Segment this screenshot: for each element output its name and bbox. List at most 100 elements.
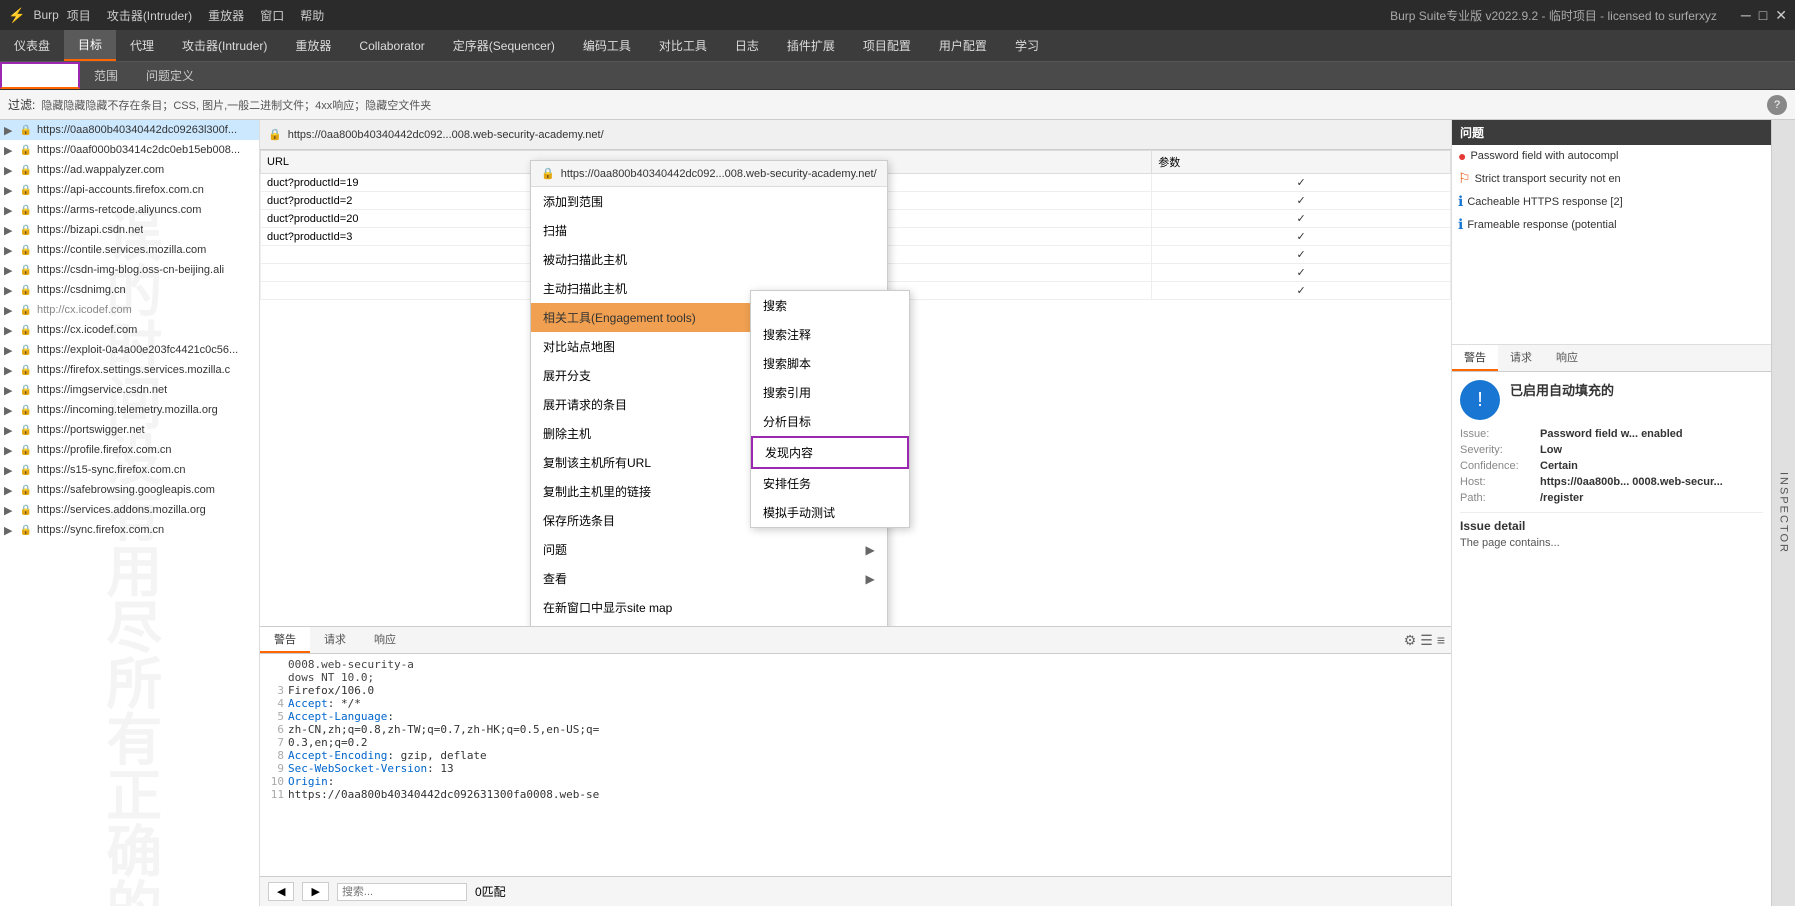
close-button[interactable]: ✕ <box>1775 7 1787 24</box>
sub-schedule-task[interactable]: 安排任务 <box>751 469 909 498</box>
tree-item[interactable]: ▶ 🔒 https://portswigger.net <box>0 420 259 440</box>
tree-arrow: ▶ <box>4 484 18 497</box>
tree-item[interactable]: ▶ 🔒 https://services.addons.mozilla.org <box>0 500 259 520</box>
lock-icon: 🔒 <box>18 182 34 198</box>
tree-url: https://arms-retcode.aliyuncs.com <box>37 204 201 216</box>
ctx-new-window[interactable]: 在新窗口中显示site map <box>531 593 887 622</box>
nav-intruder[interactable]: 攻击器(Intruder) <box>168 30 281 61</box>
sub-sitemap[interactable]: 网站地图 <box>0 62 80 89</box>
search-input[interactable] <box>342 886 462 898</box>
issue-tab-request[interactable]: 请求 <box>1498 345 1544 371</box>
sub-scope[interactable]: 范围 <box>80 62 132 89</box>
tree-item[interactable]: ▶ 🔒 https://bizapi.csdn.net <box>0 220 259 240</box>
sub-analyze-target[interactable]: 分析目标 <box>751 407 909 436</box>
nav-target[interactable]: 目标 <box>64 30 116 61</box>
lock-icon: 🔒 <box>18 422 34 438</box>
tree-item[interactable]: ▶ 🔒 https://exploit-0a4a00e203fc4421c0c5… <box>0 340 259 360</box>
ctx-site-map-docs[interactable]: site maps文档 <box>531 622 887 626</box>
sub-search[interactable]: 搜索 <box>751 291 909 320</box>
tree-item[interactable]: ▶ 🔒 https://ad.wappalyzer.com <box>0 160 259 180</box>
issue-item[interactable]: ℹ Cacheable HTTPS response [2] <box>1452 190 1771 213</box>
tree-item[interactable]: ▶ 🔒 http://cx.icodef.com <box>0 300 259 320</box>
tree-item[interactable]: ▶ 🔒 https://imgservice.csdn.net <box>0 380 259 400</box>
ctx-add-scope[interactable]: 添加到范围 <box>531 187 887 216</box>
line-number: 8 <box>264 749 284 762</box>
menu-project[interactable]: 项目 <box>67 7 91 24</box>
menu-repeater[interactable]: 重放器 <box>208 7 244 24</box>
issue-blue-icon: ℹ <box>1458 193 1463 210</box>
tree-item[interactable]: ▶ 🔒 https://csdnimg.cn <box>0 280 259 300</box>
issue-item[interactable]: ℹ Frameable response (potential <box>1452 213 1771 236</box>
tree-item[interactable]: ▶ 🔒 https://contile.services.mozilla.com <box>0 240 259 260</box>
menu-help[interactable]: 帮助 <box>300 7 324 24</box>
nav-collaborator[interactable]: Collaborator <box>345 30 438 61</box>
menu-window[interactable]: 窗口 <box>260 7 284 24</box>
settings-icon[interactable]: ⚙ <box>1404 632 1417 649</box>
sub-simulate-manual[interactable]: 模拟手动测试 <box>751 498 909 527</box>
tab-advisory[interactable]: 警告 <box>260 627 310 653</box>
ctx-scan[interactable]: 扫描 <box>531 216 887 245</box>
tab-response[interactable]: 响应 <box>360 627 410 653</box>
issue-detail-row: Issue: Password field w... enabled <box>1460 428 1763 440</box>
tree-url: https://ad.wappalyzer.com <box>37 164 164 176</box>
window-title: Burp Suite专业版 v2022.9.2 - 临时项目 - license… <box>1390 7 1717 24</box>
sub-search-scripts[interactable]: 搜索脚本 <box>751 349 909 378</box>
tree-url: https://firefox.settings.services.mozill… <box>37 364 230 376</box>
nav-decoder[interactable]: 编码工具 <box>569 30 645 61</box>
nav-extensions[interactable]: 插件扩展 <box>773 30 849 61</box>
site-tree[interactable]: ▶ 🔒 https://0aa800b40340442dc09263l300f.… <box>0 120 259 906</box>
search-box[interactable] <box>337 883 467 901</box>
tree-item[interactable]: ▶ 🔒 https://s15-sync.firefox.com.cn <box>0 460 259 480</box>
tree-item[interactable]: ▶ 🔒 https://csdn-img-blog.oss-cn-beijing… <box>0 260 259 280</box>
help-button[interactable]: ? <box>1767 95 1787 115</box>
ctx-issues[interactable]: 问题 ▶ <box>531 535 887 564</box>
ctx-view[interactable]: 查看 ▶ <box>531 564 887 593</box>
sub-issue-definitions[interactable]: 问题定义 <box>132 62 208 89</box>
sub-discover-content[interactable]: 发现内容 <box>751 436 909 469</box>
issue-tab-advisory[interactable]: 警告 <box>1452 345 1498 371</box>
nav-sequencer[interactable]: 定序器(Sequencer) <box>439 30 569 61</box>
tree-item[interactable]: ▶ 🔒 https://api-accounts.firefox.com.cn <box>0 180 259 200</box>
tree-item[interactable]: ▶ 🔒 https://safebrowsing.googleapis.com <box>0 480 259 500</box>
tree-item[interactable]: ▶ 🔒 https://0aa800b40340442dc09263l300f.… <box>0 120 259 140</box>
issue-item[interactable]: ⚐ Strict transport security not en <box>1452 167 1771 190</box>
tree-item[interactable]: ▶ 🔒 https://arms-retcode.aliyuncs.com <box>0 200 259 220</box>
nav-repeater[interactable]: 重放器 <box>281 30 345 61</box>
lock-icon: 🔒 <box>18 282 34 298</box>
menu-intruder[interactable]: 攻击器(Intruder) <box>107 7 192 24</box>
tree-item[interactable]: ▶ 🔒 https://sync.firefox.com.cn <box>0 520 259 540</box>
tree-item[interactable]: ▶ 🔒 https://cx.icodef.com <box>0 320 259 340</box>
minimize-button[interactable]: ─ <box>1741 7 1751 24</box>
nav-proxy[interactable]: 代理 <box>116 30 168 61</box>
inspector-panel[interactable]: INSPECTOR <box>1771 120 1795 906</box>
issue-text: Cacheable HTTPS response [2] <box>1467 196 1622 208</box>
format-icon[interactable]: ≡ <box>1437 632 1445 648</box>
sub-search-references[interactable]: 搜索引用 <box>751 378 909 407</box>
title-bar: ⚡ Burp 项目 攻击器(Intruder) 重放器 窗口 帮助 Burp S… <box>0 0 1795 30</box>
nav-user-options[interactable]: 用户配置 <box>925 30 1001 61</box>
maximize-button[interactable]: □ <box>1759 7 1767 24</box>
tree-item[interactable]: ▶ 🔒 https://firefox.settings.services.mo… <box>0 360 259 380</box>
nav-logger[interactable]: 日志 <box>721 30 773 61</box>
sub-search-comments[interactable]: 搜索注释 <box>751 320 909 349</box>
severity-value: Low <box>1540 444 1562 456</box>
list-icon[interactable]: ☰ <box>1420 632 1433 649</box>
issue-tab-response[interactable]: 响应 <box>1544 345 1590 371</box>
severity-label: Severity: <box>1460 444 1540 456</box>
nav-dashboard[interactable]: 仪表盘 <box>0 30 64 61</box>
site-tree-panel: 错误的时间没有用尽所有正确的你 ▶ 🔒 https://0aa800b40340… <box>0 120 260 906</box>
nav-project-options[interactable]: 项目配置 <box>849 30 925 61</box>
tree-arrow: ▶ <box>4 504 18 517</box>
nav-comparer[interactable]: 对比工具 <box>645 30 721 61</box>
tree-arrow: ▶ <box>4 344 18 357</box>
nav-learn[interactable]: 学习 <box>1001 30 1053 61</box>
nav-back-button[interactable]: ◀ <box>268 882 294 901</box>
filter-text[interactable]: 隐藏隐藏隐藏不存在条目；CSS, 图片,一般二进制文件；4xx响应；隐藏空文件夹 <box>41 97 431 113</box>
tab-request[interactable]: 请求 <box>310 627 360 653</box>
nav-forward-button[interactable]: ▶ <box>302 882 328 901</box>
tree-item[interactable]: ▶ 🔒 https://profile.firefox.com.cn <box>0 440 259 460</box>
tree-item[interactable]: ▶ 🔒 https://incoming.telemetry.mozilla.o… <box>0 400 259 420</box>
tree-item[interactable]: ▶ 🔒 https://0aaf000b03414c2dc0eb15eb008.… <box>0 140 259 160</box>
ctx-passive-scan[interactable]: 被动扫描此主机 <box>531 245 887 274</box>
issue-item[interactable]: ● Password field with autocompl <box>1452 145 1771 167</box>
